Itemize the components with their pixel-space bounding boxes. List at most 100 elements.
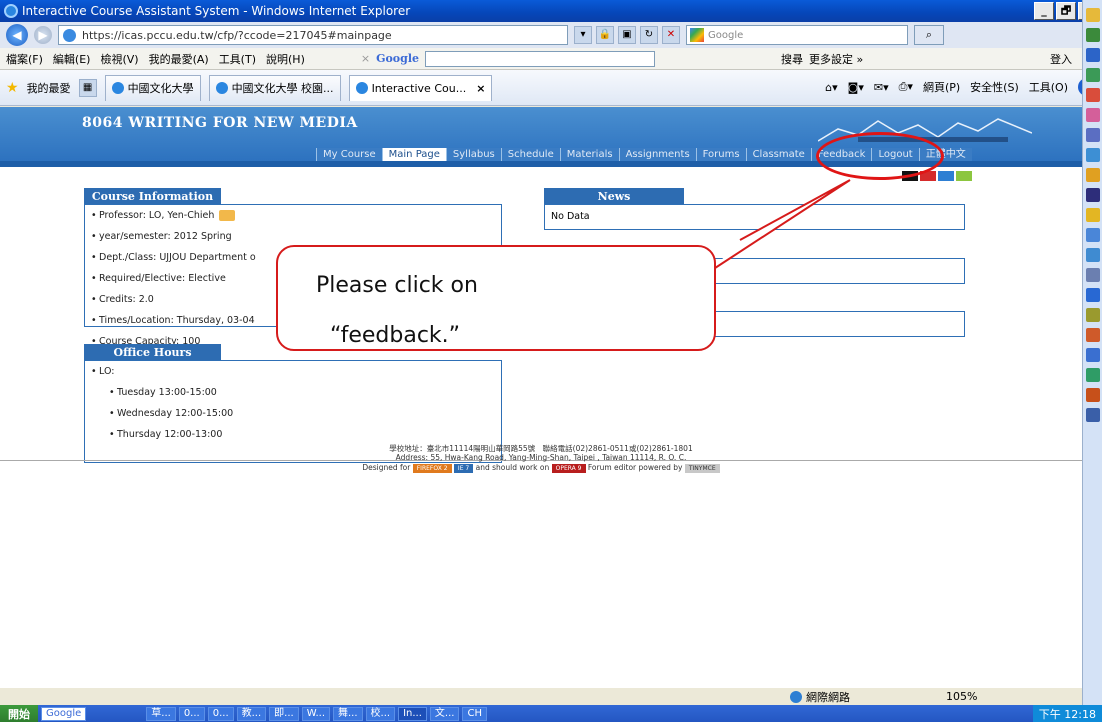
ie-logo-icon [4, 4, 18, 18]
side-tool-icon[interactable] [1086, 168, 1100, 182]
side-tool-icon[interactable] [1086, 148, 1100, 162]
menu-help[interactable]: 說明(H) [266, 51, 305, 67]
taskbar-item[interactable]: In... [398, 706, 427, 721]
tab-icas[interactable]: Interactive Cou... × [348, 74, 493, 101]
taskbar-item[interactable]: 文... [429, 706, 460, 721]
tools-menu[interactable]: 工具(O) [1029, 79, 1068, 95]
side-tool-icon[interactable] [1086, 228, 1100, 242]
taskbar-item[interactable]: 舞... [333, 706, 363, 721]
minimize-button[interactable]: _ [1034, 2, 1054, 20]
nav-materials[interactable]: Materials [559, 148, 619, 161]
refresh-icon[interactable]: ↻ [640, 26, 658, 44]
tab-pccu-campus[interactable]: 中國文化大學 校園... [208, 74, 341, 101]
feeds-icon[interactable]: ◙▾ [848, 81, 864, 94]
ie-tab-icon [215, 82, 228, 94]
forward-button[interactable]: ▶ [34, 26, 52, 44]
print-icon[interactable]: ⎙▾ [899, 80, 913, 94]
google-quick-launch[interactable]: Google [41, 706, 87, 721]
side-tool-icon[interactable] [1086, 108, 1100, 122]
menu-edit[interactable]: 編輯(E) [53, 51, 91, 67]
side-tool-icon[interactable] [1086, 48, 1100, 62]
nav-syllabus[interactable]: Syllabus [445, 148, 501, 161]
nav-classmate[interactable]: Classmate [745, 148, 811, 161]
search-button[interactable]: ⌕ [914, 25, 944, 45]
maximize-button[interactable]: 🗗 [1056, 2, 1076, 20]
url-field[interactable]: https://icas.pccu.edu.tw/cfp/?ccode=2170… [58, 25, 568, 45]
footer-browsers: Designed for FIREFOX 2 IE 7 and should w… [0, 463, 1082, 473]
side-tool-icon[interactable] [1086, 388, 1100, 402]
nav-main-page[interactable]: Main Page [381, 148, 446, 161]
side-tool-icon[interactable] [1086, 248, 1100, 262]
command-bar: ⌂▾ ◙▾ ✉▾ ⎙▾ 網頁(P) 安全性(S) 工具(O) ? [825, 78, 1096, 96]
clock: 下午 12:18 [1038, 707, 1096, 721]
taskbar-item[interactable]: 0... [207, 706, 234, 721]
opera-badge[interactable]: OPERA 9 [551, 463, 586, 473]
side-tool-icon[interactable] [1086, 188, 1100, 202]
zoom-control[interactable]: 105% [946, 690, 977, 703]
address-actions: ▾ 🔒 ▣ ↻ ✕ [574, 26, 680, 44]
side-tool-icon[interactable] [1086, 268, 1100, 282]
ie-badge[interactable]: IE 7 [453, 463, 474, 473]
google-logo-icon [690, 28, 704, 42]
taskbar-item[interactable]: 即... [269, 706, 299, 721]
nav-assignments[interactable]: Assignments [618, 148, 696, 161]
google-search-button[interactable]: 搜尋 [781, 51, 803, 67]
start-button[interactable]: 開始 [0, 705, 38, 722]
dropdown-icon[interactable]: ▾ [574, 26, 592, 44]
quick-tabs-icon[interactable]: ▦ [78, 78, 97, 97]
side-tool-icon[interactable] [1086, 328, 1100, 342]
side-tool-icon[interactable] [1086, 28, 1100, 42]
taskbar-item[interactable]: 草... [146, 706, 176, 721]
taskbar-item[interactable]: 教... [236, 706, 267, 721]
taskbar-item[interactable]: W... [301, 706, 330, 721]
side-tool-icon[interactable] [1086, 288, 1100, 302]
side-tool-icon[interactable] [1086, 88, 1100, 102]
search-box[interactable]: Google [686, 25, 908, 45]
menu-favorites[interactable]: 我的最愛(A) [149, 51, 209, 67]
taskbar-item[interactable]: 0... [178, 706, 205, 721]
compat-icon[interactable]: ▣ [618, 26, 636, 44]
side-tool-icon[interactable] [1086, 348, 1100, 362]
google-search-input[interactable] [425, 50, 656, 67]
news-text: No Data [551, 211, 590, 222]
news-heading: News [544, 188, 684, 205]
tab-pccu[interactable]: 中國文化大學 [104, 74, 201, 101]
side-tool-icon[interactable] [1086, 208, 1100, 222]
firefox-badge[interactable]: FIREFOX 2 [412, 463, 452, 473]
side-tool-icon[interactable] [1086, 408, 1100, 422]
more-settings-button[interactable]: 更多設定 » [809, 51, 863, 67]
safety-menu[interactable]: 安全性(S) [970, 79, 1019, 95]
theme-swatch[interactable] [938, 171, 954, 181]
office-hours-heading: Office Hours [84, 344, 221, 361]
menu-bar: 檔案(F) 編輯(E) 檢視(V) 我的最愛(A) 工具(T) 說明(H) × … [0, 48, 1082, 70]
page-icon [63, 28, 76, 42]
tinymce-badge[interactable]: TINYMCE [684, 463, 720, 473]
page-menu[interactable]: 網頁(P) [923, 79, 960, 95]
login-button[interactable]: 登入 [1050, 51, 1072, 67]
menu-view[interactable]: 檢視(V) [100, 51, 138, 67]
callout-line-1: Please click on [316, 273, 478, 298]
favorites-label[interactable]: 我的最愛 [27, 80, 71, 96]
taskbar-item[interactable]: 校... [365, 706, 396, 721]
mail-icon[interactable]: ✉▾ [874, 81, 889, 94]
mail-icon[interactable] [219, 210, 236, 221]
theme-swatch[interactable] [956, 171, 972, 181]
menu-file[interactable]: 檔案(F) [6, 51, 43, 67]
close-tab-icon[interactable]: × [476, 82, 485, 95]
side-tool-icon[interactable] [1086, 308, 1100, 322]
language-indicator[interactable]: CH [462, 706, 487, 721]
side-tool-icon[interactable] [1086, 368, 1100, 382]
google-toolbar-close[interactable]: × [361, 52, 370, 65]
back-button[interactable]: ◀ [6, 24, 28, 46]
side-tool-icon[interactable] [1086, 128, 1100, 142]
lock-icon[interactable]: 🔒 [596, 26, 614, 44]
home-icon[interactable]: ⌂▾ [825, 81, 838, 94]
list-item: Tuesday 13:00-15:00 [109, 387, 501, 398]
menu-tools[interactable]: 工具(T) [219, 51, 256, 67]
nav-forums[interactable]: Forums [695, 148, 746, 161]
side-tool-icon[interactable] [1086, 8, 1100, 22]
stop-icon[interactable]: ✕ [662, 26, 680, 44]
nav-my-course[interactable]: My Course [316, 148, 382, 161]
side-tool-icon[interactable] [1086, 68, 1100, 82]
nav-schedule[interactable]: Schedule [500, 148, 560, 161]
